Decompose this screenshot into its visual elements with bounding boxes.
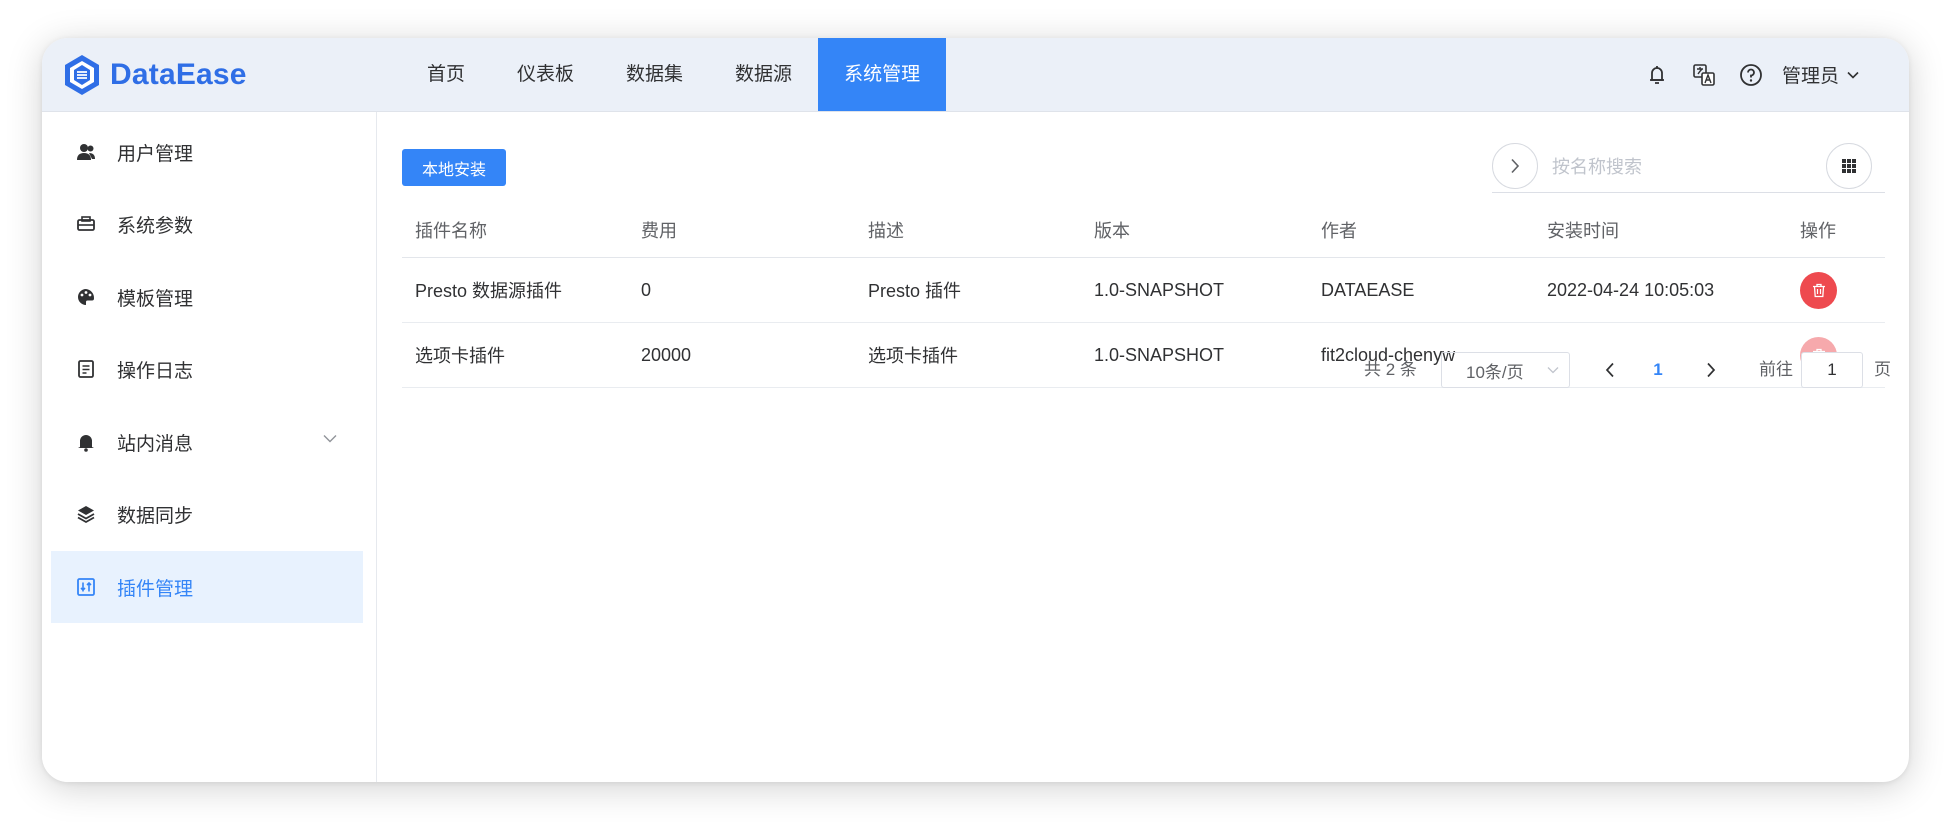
plugin-install-time: 2022-04-24 10:05:03 xyxy=(1547,279,1715,300)
column-header-version: 版本 xyxy=(1094,221,1130,241)
help-icon[interactable] xyxy=(1736,60,1766,90)
grid-icon xyxy=(1842,159,1856,173)
column-header-name: 插件名称 xyxy=(415,221,487,241)
page-size-select[interactable]: 10条/页 xyxy=(1441,352,1570,388)
pagination-total: 共 2 条 xyxy=(1364,360,1417,379)
sidebar-item-system-params[interactable]: 系统参数 xyxy=(51,188,363,260)
sidebar-item-data-sync[interactable]: 数据同步 xyxy=(51,478,363,550)
delete-plugin-button[interactable] xyxy=(1800,271,1837,309)
bell-icon xyxy=(78,435,94,452)
nav-dashboard[interactable]: 仪表板 xyxy=(491,38,600,111)
next-page-button[interactable] xyxy=(1698,352,1724,388)
main-content: 本地安装 插件名称 费用 描述 版本 作者 安装时间 操作 xyxy=(377,112,1909,782)
layers-icon xyxy=(77,506,95,524)
sidebar-item-site-messages[interactable]: 站内消息 xyxy=(51,406,363,478)
page-number-current[interactable]: 1 xyxy=(1643,352,1673,388)
dataease-logo-icon xyxy=(65,55,99,95)
nav-datasource[interactable]: 数据源 xyxy=(709,38,818,111)
goto-label: 前往 xyxy=(1759,360,1793,379)
sidebar-item-label: 数据同步 xyxy=(117,505,194,527)
chevron-right-icon xyxy=(1707,362,1716,378)
settings-icon xyxy=(77,216,95,231)
plugin-icon xyxy=(77,578,95,596)
chevron-right-icon xyxy=(1511,158,1520,174)
plugin-name: Presto 数据源插件 xyxy=(415,281,563,301)
sidebar-item-label: 模板管理 xyxy=(117,288,194,310)
sidebar-item-label: 插件管理 xyxy=(117,578,194,600)
sidebar-item-label: 系统参数 xyxy=(117,215,194,237)
chevron-down-icon xyxy=(1547,367,1559,374)
plugin-actions xyxy=(1800,258,1837,322)
chevron-down-icon xyxy=(323,435,337,443)
translate-icon[interactable] xyxy=(1689,60,1719,90)
local-install-button[interactable]: 本地安装 xyxy=(402,149,506,186)
sidebar-item-plugin-management[interactable]: 插件管理 xyxy=(51,551,363,623)
header-actions: 管理员 xyxy=(1625,38,1859,111)
sidebar-item-operation-log[interactable]: 操作日志 xyxy=(51,333,363,405)
goto-page-input[interactable] xyxy=(1801,352,1863,388)
sidebar-item-label: 用户管理 xyxy=(117,143,194,165)
column-header-author: 作者 xyxy=(1321,221,1357,241)
log-icon xyxy=(78,360,94,378)
prev-page-button[interactable] xyxy=(1597,352,1623,388)
palette-icon xyxy=(78,289,95,305)
page-unit-label: 页 xyxy=(1874,360,1891,379)
user-name: 管理员 xyxy=(1781,66,1839,87)
notification-bell-icon[interactable] xyxy=(1642,60,1672,90)
main-nav: 首页 仪表板 数据集 数据源 系统管理 xyxy=(401,38,947,111)
nav-system-management[interactable]: 系统管理 xyxy=(818,38,947,111)
user-icon xyxy=(77,144,95,160)
table-row: Presto 数据源插件 0 Presto 插件 1.0-SNAPSHOT DA… xyxy=(402,258,1885,323)
grid-view-button[interactable] xyxy=(1826,143,1872,189)
column-header-cost: 费用 xyxy=(641,221,677,241)
sidebar-item-user-management[interactable]: 用户管理 xyxy=(51,116,363,188)
column-header-actions: 操作 xyxy=(1800,221,1836,241)
sidebar-item-label: 操作日志 xyxy=(117,360,194,382)
app-logo[interactable]: DataEase xyxy=(62,52,247,98)
user-menu[interactable]: 管理员 xyxy=(1782,61,1859,88)
top-header: DataEase 首页 仪表板 数据集 数据源 系统管理 管理员 xyxy=(42,38,1909,112)
sidebar-item-label: 站内消息 xyxy=(117,433,194,455)
column-header-description: 描述 xyxy=(868,221,904,241)
app-window: DataEase 首页 仪表板 数据集 数据源 系统管理 管理员 用户管理 系统… xyxy=(42,38,1909,782)
chevron-down-icon xyxy=(1847,71,1859,79)
plugin-description: Presto 插件 xyxy=(868,281,962,301)
plugin-author: DATAEASE xyxy=(1321,279,1415,300)
nav-dataset[interactable]: 数据集 xyxy=(600,38,709,111)
table-header: 插件名称 费用 描述 版本 作者 安装时间 操作 xyxy=(402,203,1885,258)
search-submit-button[interactable] xyxy=(1492,143,1538,189)
nav-home[interactable]: 首页 xyxy=(401,38,491,111)
app-name: DataEase xyxy=(110,58,247,91)
trash-icon xyxy=(1812,283,1825,297)
page-size-value: 10条/页 xyxy=(1466,362,1524,382)
sidebar: 用户管理 系统参数 模板管理 操作日志 站内消息 数据同步 插件管理 xyxy=(42,112,377,782)
plugin-version: 1.0-SNAPSHOT xyxy=(1094,279,1225,300)
column-header-install-time: 安装时间 xyxy=(1547,221,1619,241)
sidebar-item-template-management[interactable]: 模板管理 xyxy=(51,261,363,333)
search-input[interactable] xyxy=(1550,151,1804,183)
chevron-left-icon xyxy=(1605,362,1614,378)
pagination: 共 2 条 10条/页 1 前往 页 xyxy=(377,352,1909,388)
plugin-cost: 0 xyxy=(641,279,652,300)
